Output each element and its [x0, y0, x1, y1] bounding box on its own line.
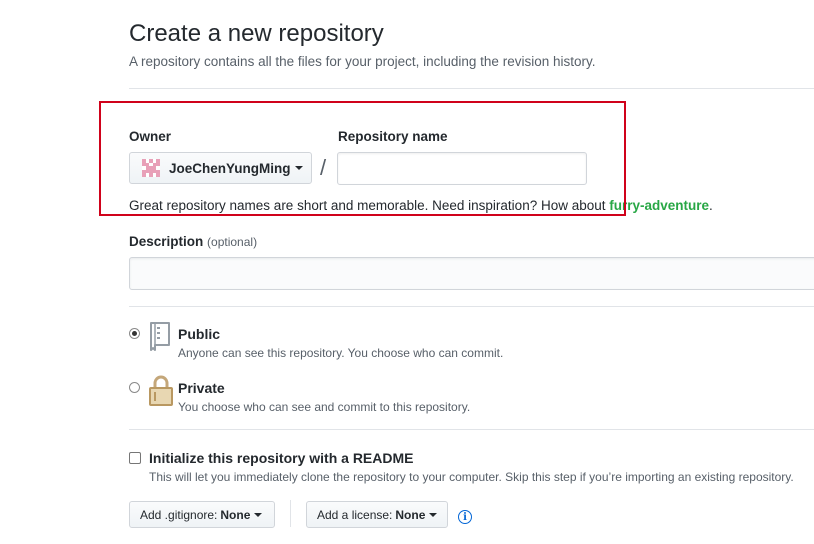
owner-repo-separator: / — [320, 155, 327, 180]
caret-down-icon — [294, 166, 303, 170]
selector-divider — [290, 500, 291, 527]
hint-end: . — [709, 198, 713, 213]
lock-icon — [149, 375, 173, 406]
name-suggestion-link[interactable]: furry-adventure — [609, 198, 709, 213]
license-value: None — [395, 507, 426, 522]
readme-checkbox[interactable] — [129, 452, 141, 464]
private-desc: You choose who can see and commit to thi… — [178, 400, 471, 414]
public-radio[interactable] — [129, 328, 140, 339]
license-select-button[interactable]: Add a license: None — [306, 501, 448, 528]
page-title: Create a new repository — [129, 20, 384, 47]
description-divider — [129, 306, 814, 307]
readme-title: Initialize this repository with a README — [149, 450, 414, 466]
gitignore-prefix: Add .gitignore: — [140, 507, 218, 522]
readme-desc: This will let you immediately clone the … — [149, 470, 794, 484]
private-radio[interactable] — [129, 382, 140, 393]
description-optional: (optional) — [207, 235, 258, 249]
public-desc: Anyone can see this repository. You choo… — [178, 346, 504, 360]
info-icon[interactable]: i — [458, 510, 472, 524]
repo-icon — [150, 322, 170, 351]
caret-down-icon — [254, 512, 263, 517]
owner-username: JoeChenYungMing — [169, 160, 291, 176]
hint-text: Great repository names are short and mem… — [129, 198, 610, 213]
description-label-text: Description — [129, 234, 204, 249]
header-divider — [129, 88, 814, 89]
gitignore-value: None — [220, 507, 251, 522]
repo-name-hint: Great repository names are short and mem… — [129, 198, 713, 213]
owner-label: Owner — [129, 129, 172, 144]
visibility-divider — [129, 429, 814, 430]
caret-down-icon — [429, 512, 438, 517]
owner-select-button[interactable]: JoeChenYungMing — [129, 152, 312, 184]
avatar — [142, 159, 160, 177]
page-subtitle: A repository contains all the files for … — [129, 54, 596, 69]
description-label: Description (optional) — [129, 234, 257, 249]
private-title: Private — [178, 380, 225, 396]
description-input[interactable] — [129, 257, 814, 290]
repository-name-input[interactable] — [337, 152, 587, 185]
license-prefix: Add a license: — [317, 507, 393, 522]
public-title: Public — [178, 326, 221, 342]
gitignore-select-button[interactable]: Add .gitignore: None — [129, 501, 275, 528]
repo-name-label: Repository name — [338, 129, 448, 144]
